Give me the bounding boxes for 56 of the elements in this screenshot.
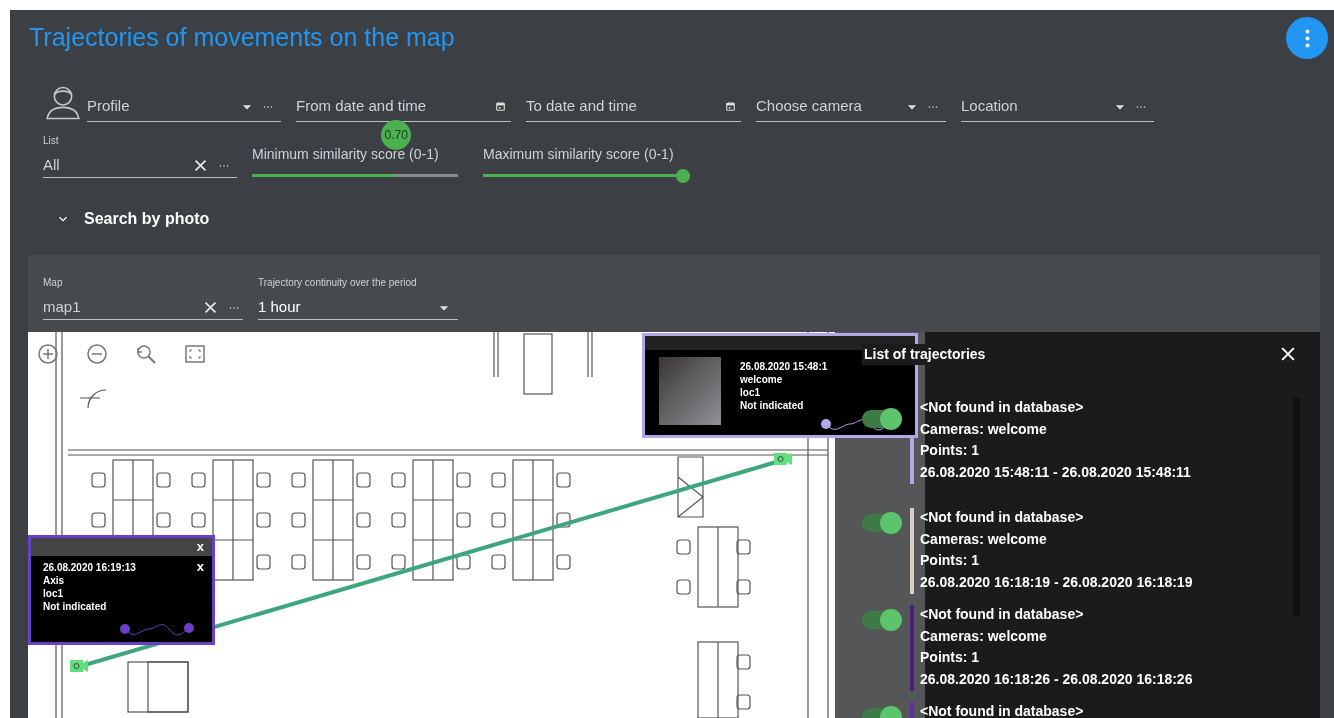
list-field[interactable]: All [43,154,237,178]
map-field[interactable]: map1 [43,296,243,320]
slider-label: Maximum similarity score (0-1) [483,145,675,164]
trajectory-period: 26.08.2020 16:18:26 - 26.08.2020 16:18:26 [920,670,1193,687]
trajectory-period: 26.08.2020 16:18:19 - 26.08.2020 16:18:19 [920,573,1193,590]
field-label: Map [43,276,64,290]
popup-camera: Axis [43,575,65,587]
trajectory-points: Points: 1 [920,552,980,568]
zoom-reset-icon[interactable] [134,342,158,366]
trajectory-cameras: Cameras: welcome [920,530,1047,547]
fit-screen-icon[interactable] [183,342,207,366]
clear-icon[interactable] [202,299,219,316]
zoom-in-icon[interactable] [36,342,60,366]
trajectory-name: <Not found in database> [920,703,1084,718]
field-label: Trajectory continuity over the period [258,276,418,290]
camera-marker-icon[interactable] [70,659,88,673]
popup-note: Not indicated [740,400,804,412]
similarity-slider[interactable] [483,169,690,183]
date-field[interactable]: To date and time [526,92,741,122]
continuity-select[interactable]: 1 hour [258,296,458,320]
popup-time: 26.08.2020 16:19:13 [43,562,136,574]
calendar-icon[interactable] [494,100,507,113]
page-title: Trajectories of movements on the map [29,22,455,54]
select-field[interactable]: Profile [87,92,281,122]
trajectory-points: Points: 1 [920,649,980,665]
field-label: List [43,134,60,148]
visibility-toggle[interactable] [862,514,900,532]
calendar-icon[interactable] [724,100,737,113]
search-by-photo-toggle[interactable]: Search by photo [56,206,210,232]
trajectory-name: <Not found in database> [920,399,1084,415]
date-field[interactable]: From date and time [296,92,511,122]
visibility-toggle[interactable] [862,611,900,629]
close-button[interactable]: x [196,540,204,553]
popup-time: 26.08.2020 15:48:1 [740,361,828,373]
trajectory-name: <Not found in database> [920,606,1084,622]
select-field[interactable]: Location [961,92,1154,122]
trajectory-name: <Not found in database> [920,509,1084,525]
popup-location: loc1 [740,387,760,399]
more-menu-button[interactable] [1286,17,1328,59]
panel-title: List of trajectories [862,344,988,365]
popup-camera: welcome [740,374,783,386]
close-button[interactable]: x [196,560,204,573]
trajectory-points: Points: 1 [920,442,980,458]
slider-value-bubble[interactable]: 0.70 [381,120,412,150]
camera-marker-icon[interactable] [774,452,792,466]
clear-icon[interactable] [192,157,209,174]
photo-placeholder [659,357,721,425]
visibility-toggle[interactable] [862,410,900,428]
popup-location: loc1 [43,588,63,600]
trajectory-cameras: Cameras: welcome [920,420,1047,437]
trajectory-period: 26.08.2020 15:48:11 - 26.08.2020 15:48:11 [920,463,1191,480]
popup-note: Not indicated [43,601,107,613]
trajectory-cameras: Cameras: welcome [920,627,1047,644]
select-field[interactable]: Choose camera [756,92,946,122]
kebab-menu-icon [1304,28,1310,48]
zoom-out-icon[interactable] [85,342,109,366]
